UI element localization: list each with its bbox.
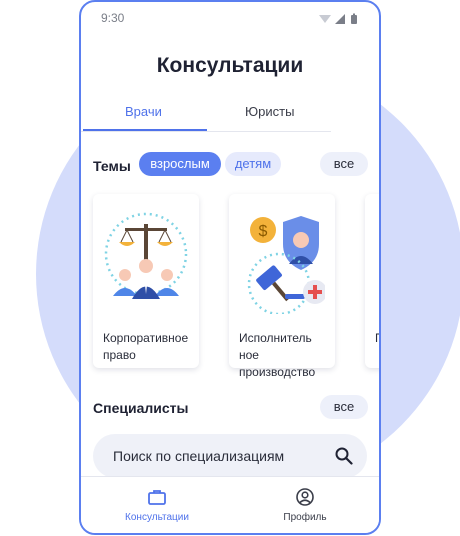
wifi-icon [319,15,331,23]
topic-card-label: Корпоративное право [103,331,189,362]
topic-cards: Корпоративное право $ Исполнитель ное пр [81,188,379,388]
nav-profile[interactable]: Профиль [245,487,365,523]
nav-consultations-label: Консультации [125,512,189,523]
filter-children[interactable]: детям [225,152,281,176]
topic-card-partial[interactable]: П п [365,194,379,368]
nav-consultations[interactable]: Консультации [97,487,217,523]
topic-card-corporate-law[interactable]: Корпоративное право [93,194,199,368]
topic-card-label: П п [375,330,379,347]
topics-label: Темы [93,158,131,174]
tab-bar: Врачи Юристы [81,98,331,134]
phone-frame: 9:30 Консультации Врачи Юристы Темы взро… [79,0,381,535]
scales-team-icon [104,212,188,299]
gavel-shield-icon: $ [247,216,325,314]
topic-card-enforcement[interactable]: $ Исполнитель ное производство [229,194,335,379]
battery-icon [351,15,357,24]
page-title: Консультации [156,54,304,77]
signal-icon [335,14,345,24]
status-bar: 9:30 [81,2,379,34]
bottom-nav: Консультации Профиль [81,476,379,533]
search-placeholder: Поиск по специализациям [113,448,285,464]
tab-divider [81,131,331,132]
filter-adults[interactable]: взрослым [139,152,221,176]
specialists-label: Специалисты [93,400,189,416]
status-icons [319,13,357,24]
topic-card-label: Исполнитель ное производство [239,331,316,379]
status-time: 9:30 [101,11,125,25]
search-icon[interactable] [335,447,353,465]
search-bar[interactable]: Поиск по специализациям [93,434,367,478]
svg-text:$: $ [259,223,268,240]
briefcase-icon [148,490,166,505]
nav-profile-label: Профиль [283,512,327,523]
tab-doctors[interactable]: Врачи [125,104,162,119]
profile-icon [296,488,314,506]
tab-lawyers[interactable]: Юристы [245,104,294,119]
topics-all-button[interactable]: все [320,152,368,176]
specialists-all-button[interactable]: все [320,395,368,419]
